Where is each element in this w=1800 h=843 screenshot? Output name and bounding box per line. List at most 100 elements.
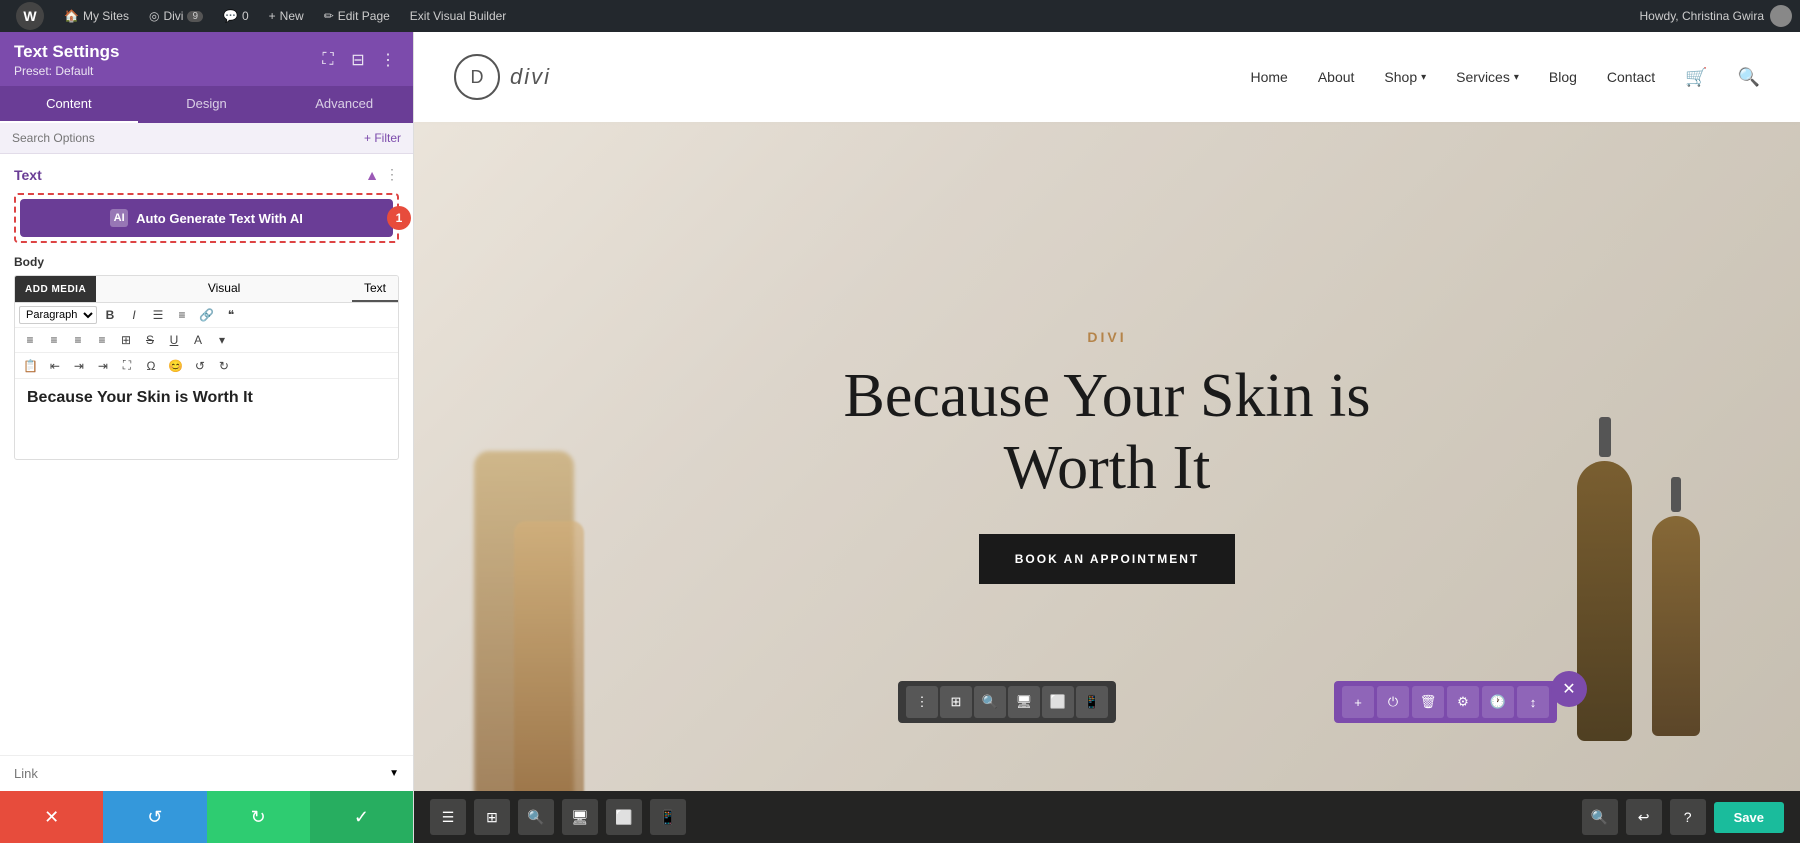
paste-button[interactable]: 📋 [19,357,42,375]
cancel-button[interactable]: ✕ [0,791,103,843]
cart-icon[interactable]: 🛒 [1685,67,1707,88]
more-options-icon[interactable]: ⋮ [377,49,399,71]
builder-desktop-icon[interactable]: 🖥 [562,799,598,835]
special-chars-button[interactable]: Ω [140,357,162,375]
user-menu[interactable]: Howdy, Christina Gwira [1640,5,1792,27]
builder-history-icon[interactable]: ↩ [1626,799,1662,835]
emoji-button[interactable]: 😊 [164,357,187,375]
builder-search-right-icon[interactable]: 🔍 [1582,799,1618,835]
search-icon[interactable]: 🔍 [1738,67,1760,88]
paragraph-select[interactable]: Paragraph [19,306,97,324]
tab-content[interactable]: Content [0,86,138,123]
table-button[interactable]: ⊞ [115,331,137,349]
text-color-button[interactable]: A [187,331,209,349]
hero-eyebrow: DIVI [807,329,1407,345]
text-tab[interactable]: Text [352,276,398,302]
undo-button[interactable]: ↺ [189,357,211,375]
builder-mobile-icon[interactable]: 📱 [650,799,686,835]
unordered-list-button[interactable]: ☰ [147,306,169,324]
nav-shop[interactable]: Shop ▾ [1384,69,1426,85]
panel-preset[interactable]: Preset: Default [14,64,119,78]
bold-button[interactable]: B [99,306,121,324]
blockquote-button[interactable]: ❝ [220,306,242,324]
text-section-title: Text [14,167,42,183]
section-tablet-icon[interactable]: ⬜ [1042,686,1074,718]
columns-icon[interactable]: ⊟ [347,49,369,71]
section-more-icon[interactable]: ⋮ [385,166,399,183]
fullscreen-icon[interactable]: ⛶ [317,49,339,71]
indent-remove-button[interactable]: ⇤ [44,357,66,375]
module-settings-icon[interactable]: ⚙ [1447,686,1479,718]
new-content-menu[interactable]: + New [261,0,312,32]
comment-icon: 💬 [223,9,238,23]
tab-advanced[interactable]: Advanced [275,86,413,123]
section-settings-icon[interactable]: ⋮ [906,686,938,718]
underline-button[interactable]: U [163,331,185,349]
wordpress-icon: W [16,2,44,30]
module-delete-icon[interactable]: 🗑 [1412,686,1444,718]
search-input[interactable] [12,131,364,145]
indent-add-button[interactable]: ⇥ [68,357,90,375]
my-sites-menu[interactable]: 🏠 My Sites [56,0,137,32]
builder-menu-icon[interactable]: ☰ [430,799,466,835]
section-search-icon[interactable]: 🔍 [974,686,1006,718]
module-clock-icon[interactable]: 🕐 [1482,686,1514,718]
nav-blog[interactable]: Blog [1549,69,1577,85]
hero-bottle-left-2 [514,461,584,791]
shop-chevron: ▾ [1421,72,1426,83]
cta-button[interactable]: BOOK AN APPOINTMENT [979,534,1235,584]
ordered-list-button[interactable]: ≡ [171,306,193,324]
nav-contact[interactable]: Contact [1607,69,1655,85]
save-button[interactable]: Save [1714,802,1784,833]
editor-toolbar: ADD MEDIA Visual Text Paragraph B I ☰ [14,275,399,460]
filter-button[interactable]: + Filter [364,131,401,145]
admin-wp-icon[interactable]: W [8,0,52,32]
builder-tablet-icon[interactable]: ⬜ [606,799,642,835]
align-right-button[interactable]: ≡ [67,331,89,349]
section-desktop-icon[interactable]: 🖥 [1008,686,1040,718]
nav-links: Home About Shop ▾ Services ▾ Blog Contac [1250,67,1760,88]
builder-toolbar: ☰ ⊞ 🔍 🖥 ⬜ 📱 🔍 ↩ ? Save [414,791,1800,843]
module-arrows-icon[interactable]: ↕ [1517,686,1549,718]
visual-tab[interactable]: Visual [196,276,252,302]
align-center-button[interactable]: ≡ [43,331,65,349]
reset-button[interactable]: ↺ [103,791,206,843]
link-section[interactable]: Link ▼ [0,755,413,791]
align-left-button[interactable]: ≡ [19,331,41,349]
exit-builder-button[interactable]: Exit Visual Builder [402,0,515,32]
edit-page-button[interactable]: ✏ Edit Page [316,0,398,32]
link-button[interactable]: 🔗 [195,306,218,324]
italic-button[interactable]: I [123,306,145,324]
ai-generate-button[interactable]: AI Auto Generate Text With AI [20,199,393,237]
module-close-button[interactable]: ✕ [1551,671,1587,707]
section-layout-icon[interactable]: ⊞ [940,686,972,718]
builder-search-icon[interactable]: 🔍 [518,799,554,835]
redo-button[interactable]: ↻ [207,791,310,843]
ai-icon: AI [110,209,128,227]
confirm-button[interactable]: ✓ [310,791,413,843]
add-media-button[interactable]: ADD MEDIA [15,276,96,302]
module-power-icon[interactable]: ⏻ [1377,686,1409,718]
divi-menu[interactable]: ◎ Divi 9 [141,0,211,32]
module-add-icon[interactable]: + [1342,686,1374,718]
color-dropdown[interactable]: ▾ [211,331,233,349]
tab-design[interactable]: Design [138,86,276,123]
fullscreen-editor-button[interactable]: ⛶ [116,356,138,375]
nav-home[interactable]: Home [1250,69,1287,85]
strikethrough-button[interactable]: S [139,331,161,349]
builder-help-icon[interactable]: ? [1670,799,1706,835]
builder-grid-icon[interactable]: ⊞ [474,799,510,835]
editor-content[interactable]: Because Your Skin is Worth It [15,379,398,459]
align-justify-button[interactable]: ≡ [91,331,113,349]
redo-toolbar-button[interactable]: ↻ [213,357,235,375]
user-avatar [1770,5,1792,27]
home-icon: 🏠 [64,9,79,23]
comments-menu[interactable]: 💬 0 [215,0,257,32]
nav-services[interactable]: Services ▾ [1456,69,1519,85]
section-mobile-icon[interactable]: 📱 [1076,686,1108,718]
badge-1: 1 [387,206,411,230]
indent-button-2[interactable]: ⇥ [92,357,114,375]
toolbar-row-1: Paragraph B I ☰ ≡ 🔗 ❝ [15,303,398,328]
nav-about[interactable]: About [1318,69,1355,85]
collapse-icon[interactable]: ▲ [365,167,379,183]
